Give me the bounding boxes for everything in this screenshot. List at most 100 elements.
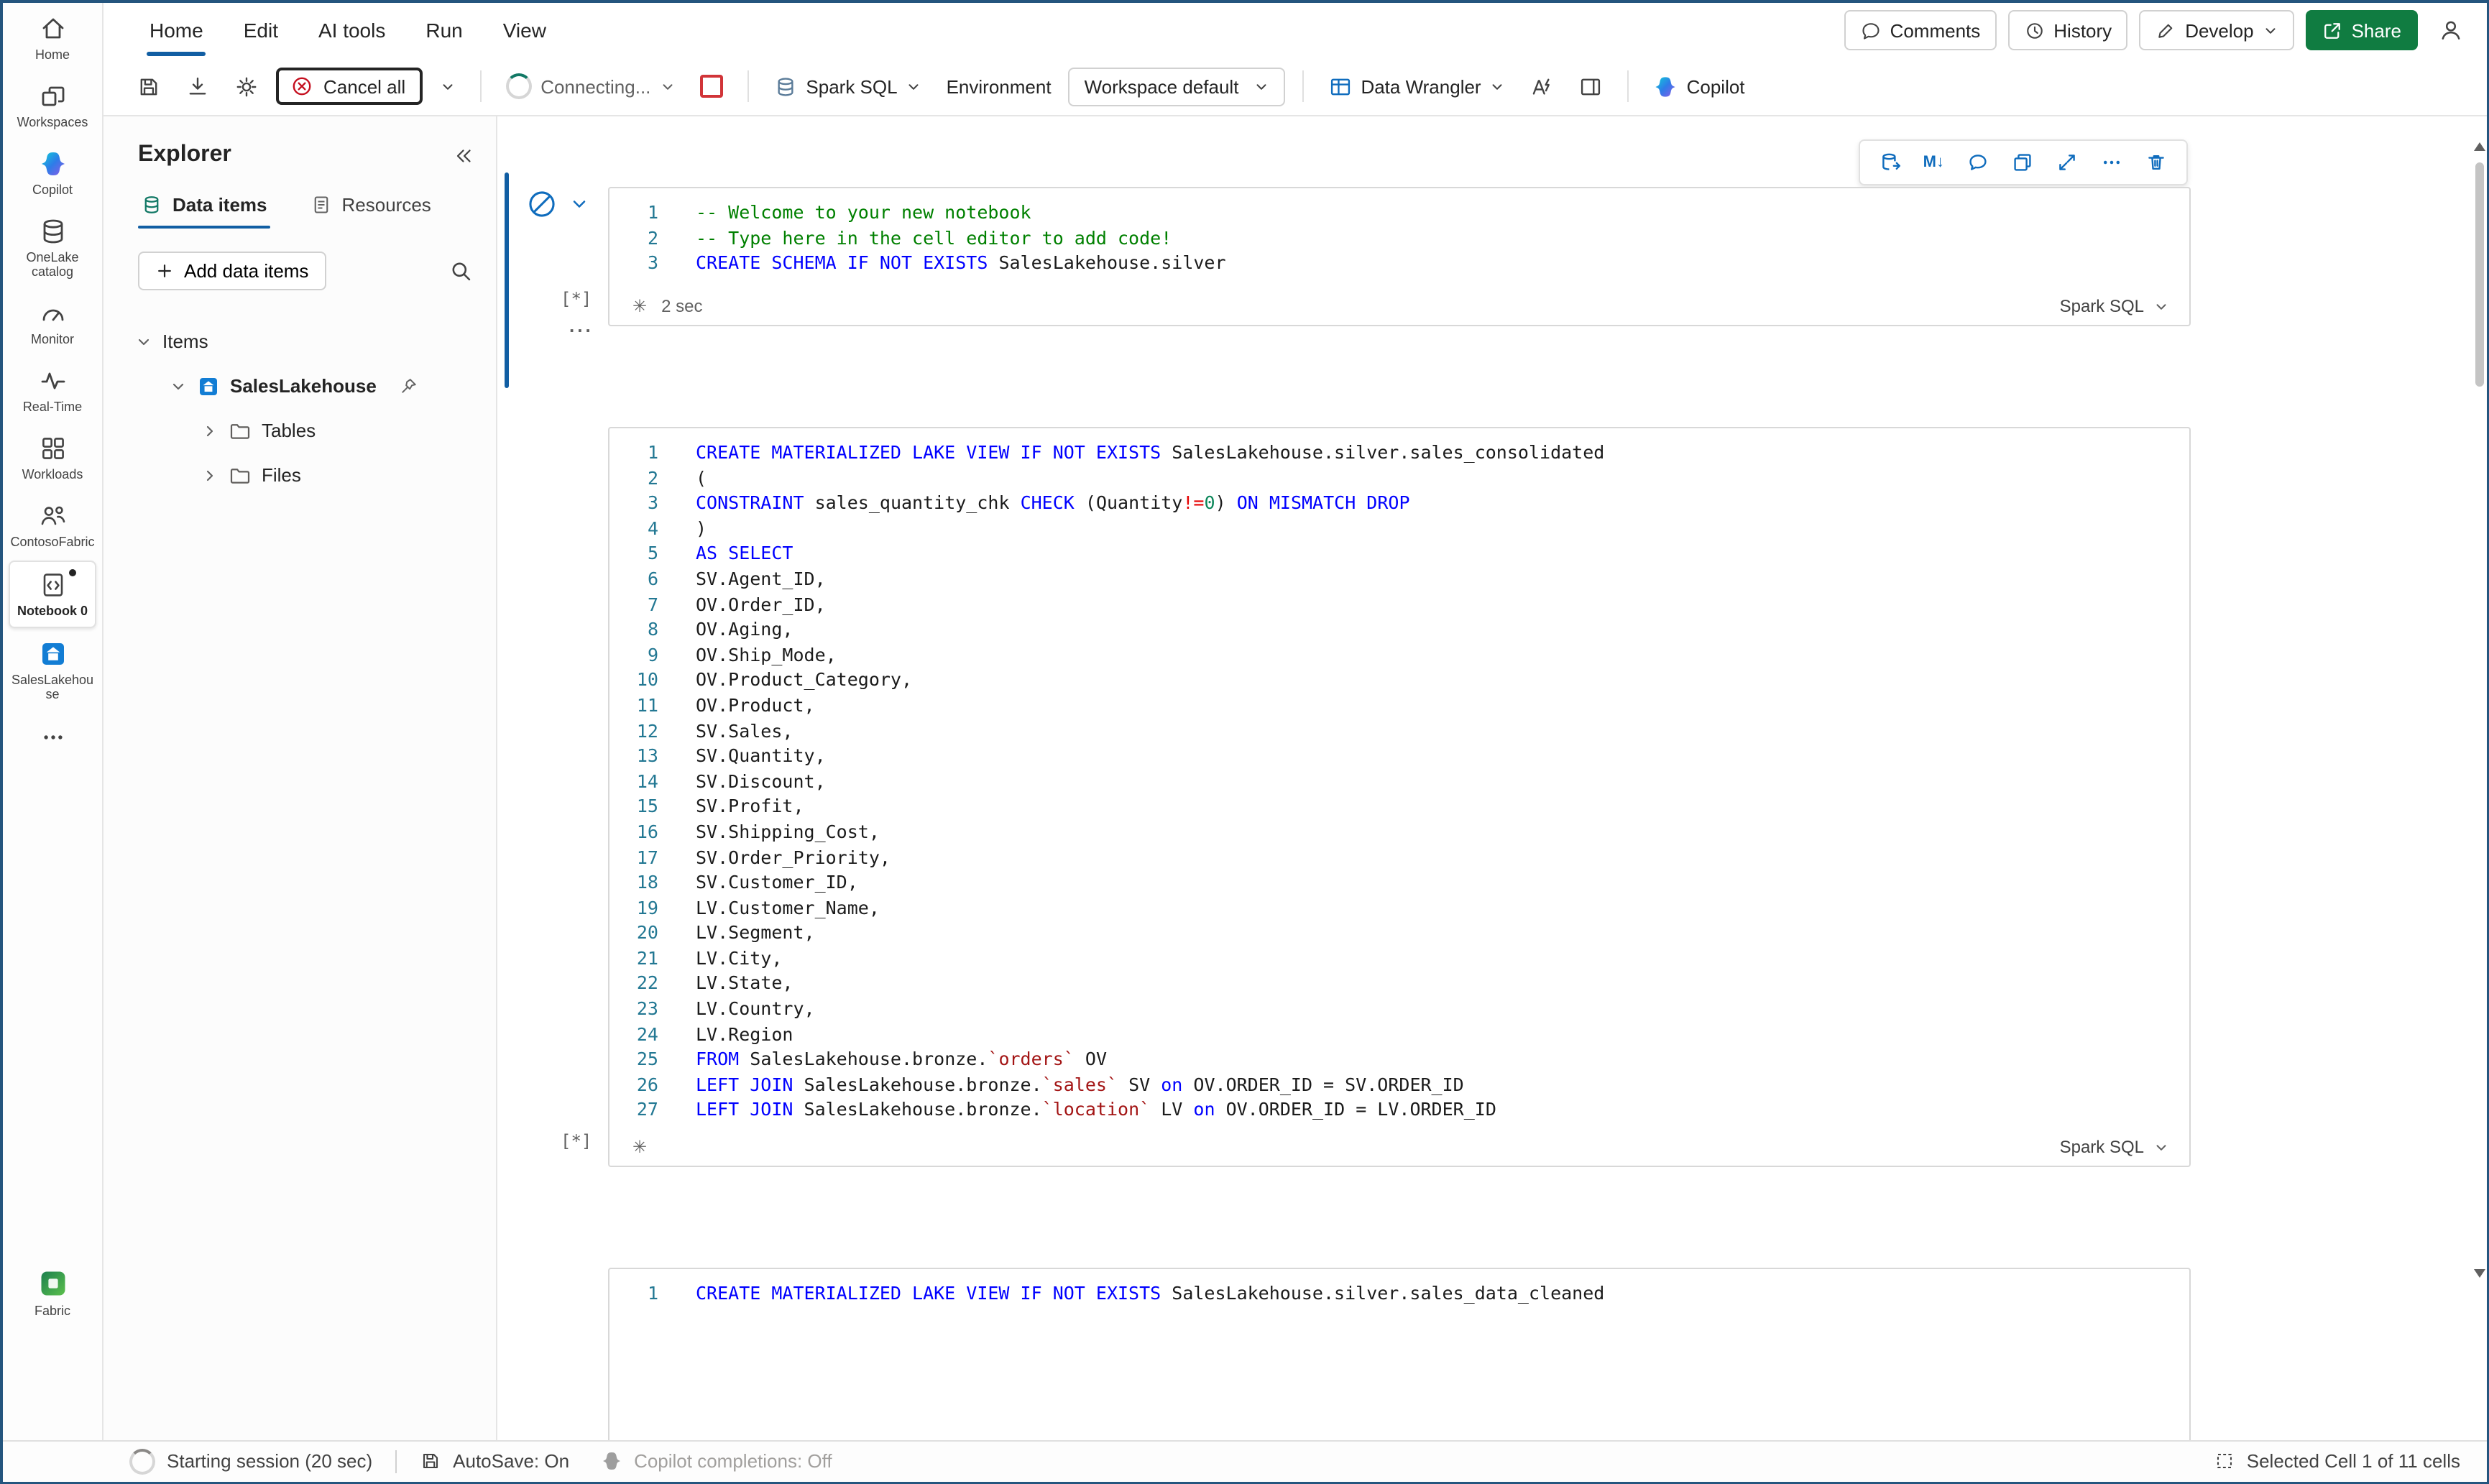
cancel-all-menu-button[interactable] (433, 73, 463, 100)
run-options-chevron-icon[interactable] (569, 194, 589, 214)
pin-icon[interactable] (398, 376, 418, 396)
code-cell-1[interactable]: 1 -- Welcome to your new notebook 2 -- Type… (608, 187, 2190, 326)
comment-cell-icon[interactable] (1966, 151, 1989, 174)
fabric-home-button[interactable]: Fabric (3, 1267, 102, 1317)
settings-button[interactable] (227, 68, 266, 104)
code-line[interactable]: 26 LEFT JOIN SalesLakehouse.bronze.`sales… (609, 1072, 2189, 1097)
more-options-icon[interactable] (2099, 151, 2122, 174)
duplicate-cell-icon[interactable] (2010, 151, 2033, 174)
copilot-button[interactable]: Copilot (1647, 68, 1752, 104)
menu-home[interactable]: Home (129, 3, 224, 57)
search-icon[interactable] (448, 259, 473, 283)
code-line[interactable]: 2( (609, 465, 2189, 490)
code-editor[interactable]: 1 -- Welcome to your new notebook 2 -- Type… (609, 188, 2189, 276)
code-line[interactable]: 15 SV.Profit, (609, 794, 2189, 819)
code-line[interactable]: 12 SV.Sales, (609, 718, 2189, 743)
code-line[interactable]: 23 LV.Country, (609, 996, 2189, 1021)
code-line[interactable]: 25 FROM SalesLakehouse.bronze.`orders` OV (609, 1047, 2189, 1072)
menu-edit[interactable]: Edit (224, 3, 298, 57)
code-line[interactable]: 8 OV.Aging, (609, 617, 2189, 642)
rail-item-onelake-catalog[interactable]: OneLake catalog (9, 208, 96, 287)
code-line[interactable]: 17 SV.Order_Priority, (609, 844, 2189, 870)
import-button[interactable] (178, 68, 217, 104)
markdown-convert-icon[interactable]: M↓ (1923, 154, 1944, 171)
scroll-down-arrow[interactable] (2473, 1269, 2485, 1278)
cancel-all-button[interactable]: Cancel all (276, 68, 423, 105)
scroll-up-arrow[interactable] (2473, 142, 2485, 151)
code-line[interactable]: 4) (609, 516, 2189, 541)
copilot-completions-toggle[interactable]: Copilot completions: Off (634, 1450, 832, 1472)
history-button[interactable]: History (2007, 10, 2128, 50)
collapsed-cells-indicator[interactable]: ... (569, 315, 594, 336)
code-line[interactable]: 13 SV.Quantity, (609, 743, 2189, 768)
rail-item-saleslakehouse[interactable]: SalesLakehouse (9, 631, 96, 710)
code-line[interactable]: 6 SV.Agent_ID, (609, 566, 2189, 591)
comments-button[interactable]: Comments (1844, 10, 1997, 50)
code-line[interactable]: 1 CREATE MATERIALIZED LAKE VIEW IF NOT EX… (609, 1281, 2189, 1306)
tree-node-tables[interactable]: Tables (103, 408, 496, 453)
code-line[interactable]: 11 OV.Product, (609, 693, 2189, 718)
code-line[interactable]: 24 LV.Region (609, 1021, 2189, 1046)
load-data-icon[interactable] (1879, 151, 1902, 174)
rail-more-button[interactable] (3, 713, 102, 762)
cancel-cell-run-button[interactable] (526, 188, 558, 220)
rail-item-monitor[interactable]: Monitor (9, 290, 96, 355)
code-line[interactable]: 10 OV.Product_Category, (609, 668, 2189, 693)
code-line[interactable]: 1 CREATE MATERIALIZED LAKE VIEW IF NOT EX… (609, 440, 2189, 465)
code-line[interactable]: 27 LEFT JOIN SalesLakehouse.bronze.`locat… (609, 1097, 2189, 1123)
code-line[interactable]: 14 SV.Discount, (609, 768, 2189, 793)
code-line[interactable]: 3 CREATE SCHEMA IF NOT EXISTS SalesLakeho… (609, 250, 2189, 275)
code-line[interactable]: 20 LV.Segment, (609, 921, 2189, 946)
code-completions-toggle[interactable] (1523, 68, 1562, 104)
environment-button[interactable]: Environment (939, 70, 1059, 103)
rail-item-notebook-0[interactable]: Notebook 0 (9, 561, 96, 628)
add-data-items-button[interactable]: Add data items (138, 252, 326, 290)
share-button[interactable]: Share (2305, 10, 2417, 50)
code-cell-3[interactable]: 1 CREATE MATERIALIZED LAKE VIEW IF NOT EX… (608, 1268, 2190, 1439)
code-cell-2[interactable]: 1 CREATE MATERIALIZED LAKE VIEW IF NOT EX… (608, 427, 2190, 1167)
develop-button[interactable]: Develop (2139, 10, 2294, 50)
rail-item-workspaces[interactable]: Workspaces (9, 73, 96, 138)
menu-run[interactable]: Run (405, 3, 482, 57)
cell-language-dropdown[interactable]: Spark SQL (2060, 1137, 2168, 1157)
tab-resources[interactable]: Resources (308, 188, 434, 229)
code-line[interactable]: 1 -- Welcome to your new notebook (609, 200, 2189, 225)
rail-item-contosofabric[interactable]: ContosoFabric (9, 493, 96, 558)
delete-cell-icon[interactable] (2144, 151, 2167, 174)
rail-item-workloads[interactable]: Workloads (9, 425, 96, 490)
workspace-default-dropdown[interactable]: Workspace default (1068, 67, 1285, 106)
autosave-toggle[interactable]: AutoSave: On (453, 1450, 569, 1472)
code-line[interactable]: 3 CONSTRAINT sales_quantity_chk CHECK (Qu… (609, 490, 2189, 515)
tab-data-items[interactable]: Data items (138, 188, 270, 229)
collapse-panel-icon[interactable] (451, 144, 473, 166)
code-line[interactable]: 19 LV.Customer_Name, (609, 895, 2189, 920)
code-line[interactable]: 21 LV.City, (609, 946, 2189, 971)
code-line[interactable]: 9 OV.Ship_Mode, (609, 642, 2189, 668)
stop-session-button[interactable] (692, 69, 730, 103)
language-dropdown[interactable]: Spark SQL (765, 68, 929, 104)
rail-item-real-time[interactable]: Real-Time (9, 358, 96, 423)
session-status-dropdown[interactable]: Connecting... (499, 68, 682, 105)
outline-panel-toggle[interactable] (1572, 68, 1611, 104)
tree-node-files[interactable]: Files (103, 453, 496, 497)
account-button[interactable] (2429, 9, 2472, 52)
vertical-scrollbar[interactable] (2475, 162, 2483, 387)
menu-ai-tools[interactable]: AI tools (298, 3, 405, 57)
data-wrangler-dropdown[interactable]: Data Wrangler (1320, 68, 1512, 104)
code-editor[interactable]: 1 CREATE MATERIALIZED LAKE VIEW IF NOT EX… (609, 428, 2189, 1123)
code-line[interactable]: 16 SV.Shipping_Cost, (609, 819, 2189, 844)
menu-view[interactable]: View (483, 3, 566, 57)
code-line[interactable]: 2 -- Type here in the cell editor to add … (609, 225, 2189, 250)
expand-cell-icon[interactable] (2055, 151, 2078, 174)
code-line[interactable]: 7 OV.Order_ID, (609, 591, 2189, 617)
rail-item-copilot[interactable]: Copilot (9, 141, 96, 206)
code-editor[interactable]: 1 CREATE MATERIALIZED LAKE VIEW IF NOT EX… (609, 1269, 2189, 1306)
code-line[interactable]: 22 LV.State, (609, 971, 2189, 996)
tree-node-saleslakehouse[interactable]: SalesLakehouse (103, 364, 496, 408)
code-line[interactable]: 5 AS SELECT (609, 541, 2189, 566)
save-button[interactable] (129, 68, 168, 104)
rail-item-home[interactable]: Home (9, 6, 96, 70)
code-line[interactable]: 18 SV.Customer_ID, (609, 870, 2189, 895)
cell-language-dropdown[interactable]: Spark SQL (2060, 296, 2168, 316)
tree-node-items[interactable]: Items (103, 319, 496, 364)
